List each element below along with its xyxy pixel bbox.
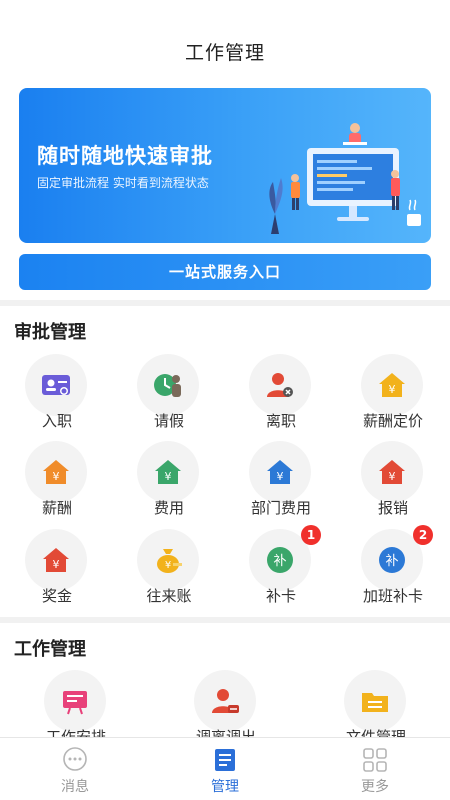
grid-item-expense-house[interactable]: ¥ 费用	[113, 441, 225, 521]
top-bar: 工作管理	[0, 0, 450, 84]
grid-item-overtime-card[interactable]: 补加班补卡 2	[337, 525, 449, 609]
icon-circle: ¥	[137, 441, 199, 503]
grid-item-label: 离职	[265, 412, 296, 430]
bonus-house-icon: ¥	[43, 548, 69, 572]
grid-item-punch-card[interactable]: 补补卡 1	[225, 525, 337, 609]
nav-more-label: 更多	[361, 779, 389, 795]
grid-item-label: 报销	[377, 499, 408, 517]
icon-circle: ¥	[249, 441, 311, 503]
grid-item-label: 费用	[153, 499, 184, 517]
icon-circle: ¥	[361, 354, 423, 416]
icon-circle	[137, 354, 199, 416]
money-bag-icon: ¥	[157, 549, 182, 573]
grid-item-bonus-house[interactable]: ¥ 奖金	[1, 529, 113, 609]
resign-user-icon	[267, 373, 293, 397]
dept-expense-icon: ¥	[267, 460, 293, 484]
notification-badge: 2	[413, 525, 433, 545]
icon-circle	[249, 354, 311, 416]
icon-circle: ¥	[361, 441, 423, 503]
grid-item-label: 部门费用	[250, 499, 311, 517]
section-divider	[0, 617, 450, 623]
svg-text:¥: ¥	[277, 470, 284, 483]
icon-circle: ¥	[25, 529, 87, 591]
grid-item-label: 薪酬定价	[362, 412, 423, 430]
grid-item-money-bag[interactable]: ¥ 往来账	[113, 529, 225, 609]
nav-messages[interactable]: 消息	[0, 738, 150, 800]
salary-house-icon: ¥	[379, 373, 405, 397]
grid-item-leave-clock[interactable]: 请假	[113, 354, 225, 434]
punch-card-icon: 补	[267, 547, 293, 573]
grid-item-id-card[interactable]: 入职	[1, 354, 113, 434]
document-list-icon	[215, 749, 235, 771]
transfer-user-icon	[212, 689, 239, 713]
svg-text:¥: ¥	[389, 383, 396, 396]
overtime-card-icon: 补	[379, 547, 405, 573]
icon-circle: ¥	[25, 441, 87, 503]
grid-item-label: 加班补卡	[362, 587, 423, 605]
svg-text:¥: ¥	[53, 558, 60, 571]
approval-illustration-icon	[269, 123, 421, 234]
id-card-icon	[42, 375, 70, 395]
work-plan-icon	[63, 691, 87, 715]
nav-management-label: 管理	[211, 779, 239, 795]
folder-icon	[362, 693, 388, 712]
grid-item-reimburse-house[interactable]: ¥ 报销	[337, 441, 449, 521]
service-entry-button[interactable]: 一站式服务入口	[19, 254, 431, 290]
banner-subtitle: 固定审批流程 实时看到流程状态	[37, 176, 209, 190]
grid-item-dept-expense[interactable]: ¥ 部门费用	[225, 441, 337, 521]
notification-badge: 1	[301, 525, 321, 545]
grid-item-resign-user[interactable]: 离职	[225, 354, 337, 434]
svg-text:补: 补	[273, 554, 286, 569]
svg-text:补: 补	[385, 554, 398, 569]
icon-circle	[194, 670, 256, 732]
nav-more[interactable]: 更多	[300, 738, 450, 800]
section-divider	[0, 300, 450, 306]
icon-circle	[25, 354, 87, 416]
grid-item-salary-house[interactable]: ¥ 薪酬定价	[337, 354, 449, 434]
bottom-nav: 消息 管理 更多	[0, 737, 450, 800]
promo-banner[interactable]: 随时随地快速审批 固定审批流程 实时看到流程状态	[19, 88, 431, 243]
grid-item-label: 往来账	[146, 587, 192, 605]
grid-item-label: 奖金	[41, 587, 72, 605]
grid-item-label: 补卡	[265, 587, 296, 605]
grid-item-label: 入职	[41, 412, 72, 430]
reimburse-house-icon: ¥	[379, 460, 405, 484]
grid-item-label: 薪酬	[41, 499, 72, 517]
grid-item-salary-house[interactable]: ¥ 薪酬	[1, 441, 113, 521]
approval-section-title: 审批管理	[14, 322, 86, 343]
svg-text:¥: ¥	[165, 470, 172, 483]
page-title: 工作管理	[184, 42, 265, 64]
nav-management[interactable]: 管理	[150, 738, 300, 800]
svg-text:¥: ¥	[389, 470, 396, 483]
expense-house-icon: ¥	[155, 460, 181, 484]
chat-bubble-icon	[63, 747, 87, 771]
icon-circle	[44, 670, 106, 732]
work-section-title: 工作管理	[14, 639, 86, 660]
banner-title: 随时随地快速审批	[37, 144, 213, 168]
icon-circle	[344, 670, 406, 732]
svg-text:¥: ¥	[53, 470, 60, 483]
grid-apps-icon	[363, 748, 387, 772]
salary-house-icon: ¥	[43, 460, 69, 484]
grid-item-label: 请假	[153, 412, 184, 430]
nav-messages-label: 消息	[61, 779, 89, 795]
icon-circle: ¥	[137, 529, 199, 591]
leave-clock-icon	[154, 374, 181, 397]
svg-text:¥: ¥	[165, 560, 171, 571]
